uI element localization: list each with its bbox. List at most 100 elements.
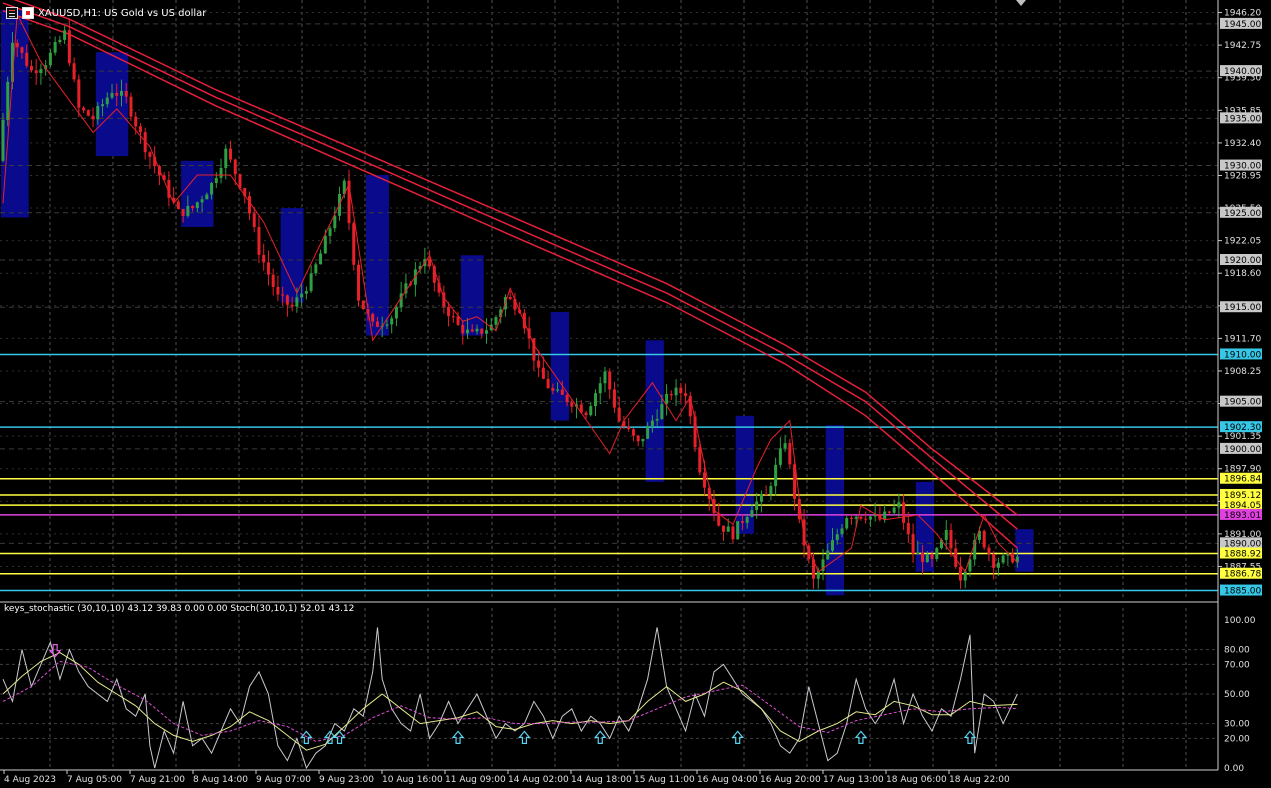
candle[interactable] bbox=[309, 273, 313, 292]
candle[interactable] bbox=[247, 196, 251, 214]
candle[interactable] bbox=[783, 443, 787, 449]
candle[interactable] bbox=[669, 394, 673, 396]
candle[interactable] bbox=[461, 324, 465, 334]
candle[interactable] bbox=[584, 412, 588, 416]
candle[interactable] bbox=[266, 262, 270, 275]
candle[interactable] bbox=[323, 235, 327, 254]
candle[interactable] bbox=[684, 393, 688, 396]
candle[interactable] bbox=[58, 39, 62, 42]
candle[interactable] bbox=[731, 526, 735, 540]
candle[interactable] bbox=[295, 297, 299, 307]
candle[interactable] bbox=[897, 502, 901, 508]
candle[interactable] bbox=[925, 554, 929, 563]
candle[interactable] bbox=[840, 528, 844, 535]
candle[interactable] bbox=[124, 90, 128, 97]
candle[interactable] bbox=[887, 511, 891, 513]
candle[interactable] bbox=[646, 425, 650, 439]
candle[interactable] bbox=[1, 120, 5, 161]
candle[interactable] bbox=[120, 90, 123, 96]
candle[interactable] bbox=[229, 148, 233, 160]
candle[interactable] bbox=[508, 296, 512, 300]
candle[interactable] bbox=[679, 387, 683, 394]
candle[interactable] bbox=[20, 47, 24, 53]
candle[interactable] bbox=[25, 52, 29, 66]
menu-icon[interactable] bbox=[6, 7, 18, 19]
candle[interactable] bbox=[1001, 555, 1005, 563]
candle[interactable] bbox=[195, 202, 199, 209]
candle[interactable] bbox=[958, 566, 962, 581]
candle[interactable] bbox=[883, 511, 887, 520]
candle[interactable] bbox=[849, 517, 853, 519]
candle[interactable] bbox=[930, 554, 934, 559]
candle[interactable] bbox=[205, 194, 209, 200]
candle[interactable] bbox=[650, 420, 654, 426]
candle[interactable] bbox=[769, 486, 773, 495]
candle[interactable] bbox=[262, 254, 266, 263]
candle[interactable] bbox=[224, 148, 228, 168]
candle[interactable] bbox=[826, 550, 830, 560]
candle[interactable] bbox=[845, 517, 849, 529]
candle[interactable] bbox=[627, 426, 631, 430]
candle[interactable] bbox=[556, 389, 560, 391]
candle[interactable] bbox=[674, 387, 678, 396]
candle[interactable] bbox=[82, 107, 86, 111]
candle[interactable] bbox=[466, 329, 470, 334]
candle[interactable] bbox=[778, 448, 782, 465]
candle[interactable] bbox=[755, 501, 759, 511]
candle[interactable] bbox=[665, 394, 669, 405]
candle[interactable] bbox=[29, 65, 33, 71]
candle[interactable] bbox=[736, 521, 740, 540]
candle[interactable] bbox=[375, 321, 379, 327]
candle[interactable] bbox=[992, 553, 996, 568]
candle[interactable] bbox=[176, 201, 180, 210]
candle[interactable] bbox=[428, 259, 432, 267]
candle[interactable] bbox=[598, 383, 602, 394]
candle[interactable] bbox=[854, 516, 858, 519]
candle[interactable] bbox=[281, 294, 285, 296]
candle[interactable] bbox=[944, 529, 948, 540]
candle[interactable] bbox=[892, 507, 896, 513]
candle[interactable] bbox=[859, 516, 863, 519]
candle[interactable] bbox=[371, 313, 375, 322]
candle[interactable] bbox=[72, 63, 76, 80]
candle[interactable] bbox=[328, 228, 332, 236]
candle[interactable] bbox=[361, 300, 365, 310]
candle[interactable] bbox=[96, 106, 100, 120]
candle[interactable] bbox=[740, 521, 744, 523]
candle[interactable] bbox=[612, 389, 616, 408]
candle[interactable] bbox=[996, 562, 1000, 568]
candle[interactable] bbox=[921, 552, 925, 563]
candle[interactable] bbox=[447, 306, 451, 317]
candle[interactable] bbox=[77, 79, 81, 108]
candle[interactable] bbox=[34, 70, 38, 74]
candle[interactable] bbox=[319, 253, 323, 265]
candle[interactable] bbox=[560, 389, 564, 395]
candle[interactable] bbox=[233, 159, 237, 175]
candle[interactable] bbox=[186, 205, 190, 216]
candle[interactable] bbox=[129, 96, 133, 117]
candle[interactable] bbox=[906, 522, 910, 535]
candle[interactable] bbox=[617, 407, 621, 422]
candle[interactable] bbox=[39, 69, 43, 74]
candle[interactable] bbox=[636, 435, 640, 442]
candle[interactable] bbox=[352, 223, 356, 265]
candle[interactable] bbox=[394, 307, 398, 319]
candle[interactable] bbox=[53, 41, 57, 53]
candle[interactable] bbox=[703, 472, 707, 488]
candle[interactable] bbox=[916, 552, 920, 554]
candle[interactable] bbox=[271, 274, 275, 287]
candle[interactable] bbox=[148, 152, 152, 157]
candle[interactable] bbox=[110, 92, 114, 98]
candle[interactable] bbox=[200, 199, 204, 203]
candle[interactable] bbox=[385, 324, 389, 326]
candle[interactable] bbox=[451, 316, 455, 318]
candle[interactable] bbox=[333, 215, 337, 229]
candle[interactable] bbox=[276, 286, 280, 295]
candle[interactable] bbox=[101, 104, 105, 107]
candle[interactable] bbox=[91, 115, 95, 120]
candle[interactable] bbox=[987, 547, 991, 554]
candle[interactable] bbox=[570, 402, 574, 407]
candle[interactable] bbox=[115, 92, 119, 96]
candle[interactable] bbox=[238, 174, 242, 188]
candle[interactable] bbox=[48, 52, 52, 66]
